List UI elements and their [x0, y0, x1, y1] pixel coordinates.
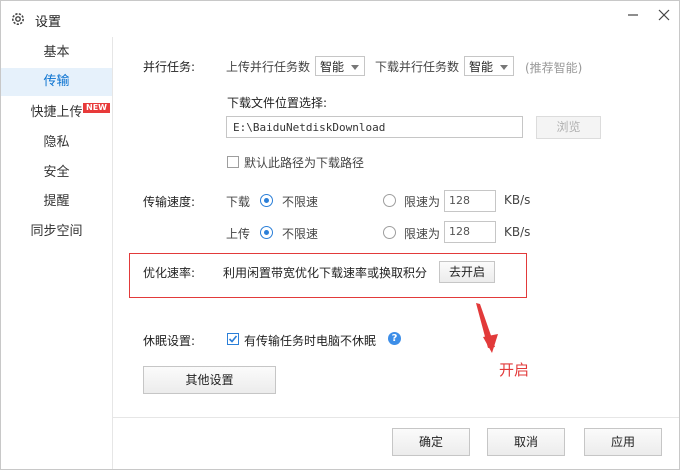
sidebar-item-sync-space[interactable]: 同步空间 [1, 218, 112, 246]
sidebar: 基本 传输 快捷上传 NEW 隐私 安全 提醒 同步空间 [1, 37, 113, 469]
sleep-label: 休眠设置: [143, 334, 196, 348]
download-limit-radio[interactable] [383, 194, 396, 207]
download-parallel-label: 下载并行任务数 [375, 60, 460, 74]
download-limit-label: 限速为 [404, 195, 441, 209]
upload-parallel-label: 上传并行任务数 [226, 60, 311, 74]
sidebar-item-label: 提醒 [43, 194, 70, 209]
download-speed-label: 下载 [226, 195, 251, 209]
download-parallel-select[interactable]: 智能 [464, 56, 514, 76]
download-limit-unit: KB/s [504, 193, 531, 207]
cancel-button[interactable]: 取消 [487, 428, 565, 456]
sidebar-item-basic[interactable]: 基本 [1, 39, 112, 67]
chevron-down-icon [500, 65, 508, 70]
annotation-label: 开启 [499, 361, 530, 379]
default-path-checkbox[interactable] [227, 156, 239, 168]
download-location-label: 下载文件位置选择: [227, 96, 328, 110]
ok-button[interactable]: 确定 [392, 428, 470, 456]
new-badge: NEW [83, 103, 110, 113]
parallel-label: 并行任务: [143, 60, 196, 74]
upload-parallel-select[interactable]: 智能 [315, 56, 365, 76]
checkmark-icon [228, 335, 238, 343]
close-button[interactable] [651, 5, 677, 25]
sidebar-item-quick-upload[interactable]: 快捷上传 NEW [1, 99, 112, 127]
sidebar-item-label: 基本 [43, 45, 70, 60]
gear-icon [10, 11, 26, 27]
minimize-button[interactable] [620, 5, 646, 25]
download-unlimited-radio[interactable] [260, 194, 273, 207]
optimize-label: 优化速率: [143, 266, 196, 280]
sidebar-item-reminder[interactable]: 提醒 [1, 188, 112, 216]
speed-label: 传输速度: [143, 195, 196, 209]
upload-unlimited-label: 不限速 [282, 227, 319, 241]
default-path-label: 默认此路径为下载路径 [244, 156, 365, 170]
upload-limit-label: 限速为 [404, 227, 441, 241]
upload-speed-label: 上传 [226, 227, 251, 241]
sidebar-item-label: 快捷上传 [30, 105, 83, 120]
upload-limit-unit: KB/s [504, 225, 531, 239]
sidebar-item-label: 传输 [43, 74, 70, 89]
upload-limit-input[interactable]: 128 [444, 221, 496, 243]
upload-unlimited-radio[interactable] [260, 226, 273, 239]
upload-limit-radio[interactable] [383, 226, 396, 239]
enable-optimize-button[interactable]: 去开启 [439, 261, 495, 283]
apply-button[interactable]: 应用 [584, 428, 662, 456]
sidebar-item-transfer[interactable]: 传输 [1, 68, 112, 96]
window-title: 设置 [35, 15, 62, 30]
download-parallel-value: 智能 [469, 60, 494, 74]
chevron-down-icon [351, 65, 359, 70]
sidebar-item-label: 安全 [43, 165, 70, 180]
sidebar-item-label: 同步空间 [30, 224, 83, 239]
optimize-description: 利用闲置带宽优化下载速率或换取积分 [223, 266, 428, 280]
settings-window: 设置 基本 传输 快捷上传 NEW 隐私 安全 提醒 同步空间 并行任务: 上传… [0, 0, 680, 470]
browse-button[interactable]: 浏览 [536, 116, 601, 139]
no-sleep-checkbox[interactable] [227, 333, 239, 345]
parallel-hint: (推荐智能) [525, 61, 583, 75]
annotation-arrow [476, 303, 498, 353]
sidebar-item-privacy[interactable]: 隐私 [1, 129, 112, 157]
sidebar-item-security[interactable]: 安全 [1, 159, 112, 187]
download-limit-input[interactable]: 128 [444, 190, 496, 212]
no-sleep-label: 有传输任务时电脑不休眠 [244, 334, 377, 348]
help-icon[interactable]: ? [388, 332, 401, 345]
download-unlimited-label: 不限速 [282, 195, 319, 209]
title-bar: 设置 [1, 1, 679, 37]
download-path-input[interactable]: E:\BaiduNetdiskDownload [226, 116, 523, 138]
download-path-value: E:\BaiduNetdiskDownload [233, 121, 386, 134]
upload-parallel-value: 智能 [320, 60, 345, 74]
sidebar-item-label: 隐私 [43, 135, 70, 150]
other-settings-button[interactable]: 其他设置 [143, 366, 276, 394]
